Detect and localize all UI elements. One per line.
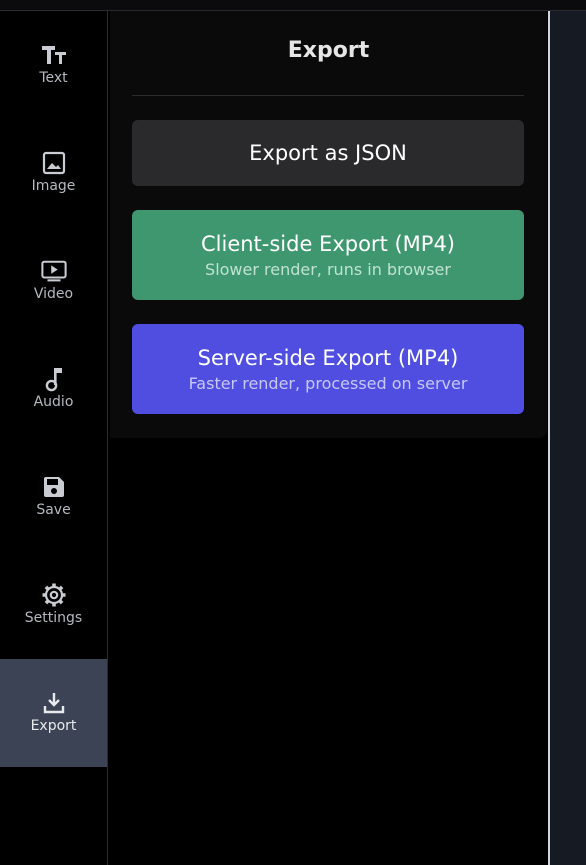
export-panel: Export Export as JSON Client-side Export…: [110, 11, 547, 438]
sidebar-item-label: Save: [36, 502, 71, 518]
sidebar-item-image[interactable]: Image: [0, 119, 107, 227]
export-json-label: Export as JSON: [249, 141, 407, 165]
canvas-area: [548, 11, 586, 865]
save-icon: [41, 474, 67, 500]
video-icon: [40, 258, 67, 284]
image-icon: [41, 150, 67, 176]
gear-icon: [41, 582, 67, 608]
sidebar-item-label: Audio: [33, 394, 74, 410]
sidebar-item-audio[interactable]: Audio: [0, 335, 107, 443]
download-icon: [41, 690, 67, 716]
server-side-export-button[interactable]: Server-side Export (MP4) Faster render, …: [132, 324, 524, 414]
server-export-sublabel: Faster render, processed on server: [188, 373, 468, 393]
server-export-label: Server-side Export (MP4): [197, 345, 459, 370]
sidebar-item-label: Export: [30, 718, 77, 734]
export-json-button[interactable]: Export as JSON: [132, 120, 524, 186]
divider: [132, 95, 524, 96]
sidebar-item-export[interactable]: Export: [0, 659, 107, 767]
sidebar-item-label: Text: [39, 70, 68, 86]
sidebar-item-label: Video: [33, 286, 74, 302]
music-note-icon: [41, 366, 67, 392]
panel-title: Export: [287, 38, 370, 63]
sidebar-item-text[interactable]: Text: [0, 11, 107, 119]
text-icon: [41, 42, 67, 68]
top-bar: [0, 0, 586, 11]
client-export-label: Client-side Export (MP4): [200, 231, 456, 256]
client-export-sublabel: Slower render, runs in browser: [205, 259, 451, 279]
sidebar: Text Image Video Audio Save Settings Exp…: [0, 11, 108, 865]
sidebar-item-video[interactable]: Video: [0, 227, 107, 335]
sidebar-item-settings[interactable]: Settings: [0, 551, 107, 659]
sidebar-item-save[interactable]: Save: [0, 443, 107, 551]
sidebar-item-label: Image: [31, 178, 76, 194]
sidebar-item-label: Settings: [24, 610, 83, 626]
client-side-export-button[interactable]: Client-side Export (MP4) Slower render, …: [132, 210, 524, 300]
